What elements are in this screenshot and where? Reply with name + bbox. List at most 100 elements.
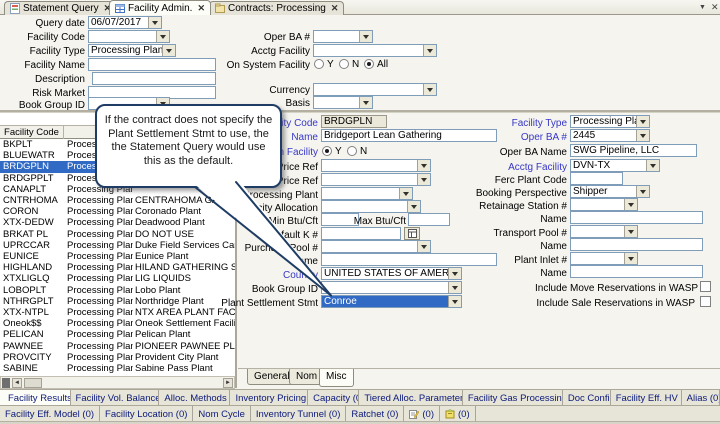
oper-ba-name-input[interactable]: SWG Pipeline, LLC <box>570 144 697 157</box>
tab-capacity[interactable]: Capacity (0) <box>308 390 359 405</box>
scroll-left-icon[interactable]: ◄ <box>12 378 22 388</box>
dropdown-arrow-icon[interactable] <box>399 188 412 199</box>
tab-facility-gas-processing[interactable]: Facility Gas Processing (0) <box>463 390 563 405</box>
basis-select[interactable] <box>313 96 373 109</box>
default-k-input[interactable] <box>321 227 401 240</box>
detail-oper-ba-select[interactable]: 2445 <box>570 129 650 142</box>
dropdown-arrow-icon[interactable] <box>359 31 372 42</box>
currency-select[interactable] <box>313 83 437 96</box>
tab-contracts-processing[interactable]: Contracts: Processing ✕ <box>209 1 344 15</box>
dropdown-arrow-icon[interactable] <box>624 226 637 237</box>
capacity-allocation-select[interactable] <box>321 200 421 213</box>
dropdown-arrow-icon[interactable] <box>624 253 637 264</box>
table-row[interactable]: SABINEProcessing PlantSabine Pass Plant <box>0 363 235 374</box>
oper-ba-select[interactable] <box>313 30 373 43</box>
dropdown-arrow-icon[interactable] <box>156 31 169 42</box>
tab-facility-results[interactable]: Facility Results <box>0 390 71 405</box>
tab-ratchet[interactable]: Ratchet (0) <box>346 406 404 421</box>
dropdown-arrow-icon[interactable] <box>636 116 649 127</box>
ferc-plant-code-label: Ferc Plant Code <box>437 174 567 187</box>
dropdown-arrow-icon[interactable] <box>407 201 420 212</box>
dropdown-arrow-icon[interactable] <box>417 174 430 185</box>
tab-facility-admin[interactable]: Facility Admin. ✕ <box>109 0 211 15</box>
tab-inventory-tunnel[interactable]: Inventory Tunnel (0) <box>251 406 347 421</box>
close-tab-icon[interactable]: ✕ <box>331 3 339 14</box>
retainage-name-input[interactable] <box>570 211 703 224</box>
purchase-pool-select[interactable] <box>321 240 431 253</box>
tab-nom-cycle[interactable]: Nom Cycle <box>193 406 250 421</box>
dropdown-arrow-icon[interactable] <box>417 241 430 252</box>
dropdown-arrow-icon[interactable] <box>636 186 649 197</box>
dropdown-arrow-icon[interactable] <box>148 17 161 28</box>
detail-radio-n[interactable] <box>347 146 357 156</box>
dropdown-arrow-icon[interactable] <box>423 45 436 56</box>
close-tab-icon[interactable]: ✕ <box>197 3 205 14</box>
query-date-label: Query date <box>5 17 85 30</box>
ferc-plant-code-input[interactable] <box>570 172 623 185</box>
table-row[interactable]: PAWNEEProcessing PlantPIONEER PAWNEE PLA… <box>0 341 235 352</box>
detail-acctg-facility-select[interactable]: DVN-TX <box>570 159 660 172</box>
radio-y[interactable] <box>314 59 324 69</box>
facility-code-select[interactable] <box>88 30 170 43</box>
detail-facility-code-field: BRDGPLN <box>321 115 387 128</box>
dropdown-arrow-icon[interactable] <box>423 84 436 95</box>
scrollbar-corner-box[interactable] <box>2 378 10 388</box>
scroll-right-icon[interactable]: ► <box>223 378 233 388</box>
tab-facility-eff-hv[interactable]: Facility Eff. HV (0) <box>611 390 682 405</box>
tab-alias[interactable]: Alias (0) <box>682 390 720 405</box>
sales-price-ref-select[interactable] <box>321 159 431 172</box>
tab-attachments[interactable]: (0) <box>440 406 476 421</box>
plant-settlement-stmt-select[interactable]: Conroe <box>321 295 462 308</box>
grid-horizontal-scrollbar[interactable]: ◄ ► <box>0 376 235 389</box>
table-row[interactable]: Oneok$$Processing PlantOneok Settlement … <box>0 318 235 329</box>
detail-book-group-id-select[interactable] <box>321 281 462 294</box>
tab-inventory-pricing[interactable]: Inventory Pricing (0) <box>230 390 308 405</box>
table-row[interactable]: PROVCITYProcessing PlantProvident City P… <box>0 352 235 363</box>
tab-tiered-alloc-parameters[interactable]: Tiered Alloc. Parameters (0) <box>359 390 463 405</box>
min-btu-label: Min Btu/Cft <box>198 215 318 228</box>
acctg-facility-select[interactable] <box>313 44 437 57</box>
dropdown-arrow-icon[interactable] <box>448 282 461 293</box>
tab-facility-vol-balance[interactable]: Facility Vol. Balance (0) <box>71 390 160 405</box>
radio-y-label: Y <box>327 59 334 71</box>
plant-inlet-name-input[interactable] <box>570 265 703 278</box>
purchase-price-ref-select[interactable] <box>321 173 431 186</box>
query-date-input[interactable]: 06/07/2017 <box>88 16 162 29</box>
tab-facility-location[interactable]: Facility Location (0) <box>100 406 193 421</box>
dropdown-arrow-icon[interactable] <box>162 45 175 56</box>
tab-facility-eff-model[interactable]: Facility Eff. Model (0) <box>0 406 100 421</box>
retainage-station-select[interactable] <box>570 198 638 211</box>
detail-facility-type-label: Facility Type <box>437 117 567 130</box>
dropdown-arrow-icon[interactable] <box>636 130 649 141</box>
default-k-lookup-button[interactable] <box>404 227 420 240</box>
booking-perspective-select[interactable]: Shipper <box>570 185 650 198</box>
facility-type-select[interactable]: Processing Plant <box>88 44 176 57</box>
grid-header-facility-code[interactable]: Facility Code <box>0 126 64 139</box>
radio-n[interactable] <box>339 59 349 69</box>
radio-all[interactable] <box>364 59 374 69</box>
include-move-checkbox[interactable] <box>700 281 711 292</box>
dropdown-arrow-icon[interactable] <box>448 296 461 307</box>
dropdown-arrow-icon[interactable] <box>624 199 637 210</box>
tab-alloc-methods[interactable]: Alloc. Methods (0) <box>159 390 230 405</box>
dropdown-arrow-icon[interactable] <box>646 160 659 171</box>
include-sale-checkbox[interactable] <box>700 296 711 307</box>
transport-name-label: Name <box>437 240 567 253</box>
tab-doc-config[interactable]: Doc Config <box>563 390 611 405</box>
processing-plant-select[interactable] <box>321 187 413 200</box>
tab-list-dropdown-icon[interactable]: ▼ <box>699 4 706 11</box>
dropdown-arrow-icon[interactable] <box>417 160 430 171</box>
radio-all-label: All <box>377 59 388 71</box>
dropdown-arrow-icon[interactable] <box>359 97 372 108</box>
table-row[interactable]: PELICANProcessing PlantPelican Plant <box>0 329 235 340</box>
close-pane-icon[interactable]: ✕ <box>711 2 719 13</box>
transport-name-input[interactable] <box>570 238 703 251</box>
tab-notes[interactable]: (0) <box>404 406 440 421</box>
detail-radio-y[interactable] <box>322 146 332 156</box>
tab-statement-query[interactable]: Statement Query ✕ <box>4 1 117 15</box>
transport-pool-select[interactable] <box>570 225 638 238</box>
tab-misc[interactable]: Misc <box>319 369 354 387</box>
plant-inlet-select[interactable] <box>570 252 638 265</box>
scrollbar-thumb[interactable] <box>24 378 42 388</box>
detail-facility-type-select[interactable]: Processing Plant <box>570 115 650 128</box>
